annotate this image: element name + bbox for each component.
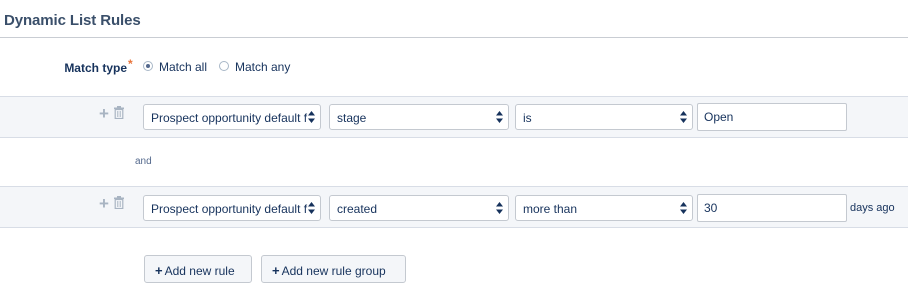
updown-arrows-icon bbox=[680, 111, 687, 123]
match-all-radio[interactable] bbox=[143, 61, 153, 71]
plus-icon[interactable]: + bbox=[99, 105, 109, 122]
updown-arrows-icon bbox=[308, 202, 315, 214]
match-type-label: Match type bbox=[64, 61, 127, 75]
section-title: Dynamic List Rules bbox=[4, 12, 141, 29]
attribute-select-value: stage bbox=[337, 111, 367, 125]
field-select[interactable]: Prospect opportunity default f bbox=[143, 104, 321, 130]
match-all-label[interactable]: Match all bbox=[159, 60, 207, 74]
add-rule-label: Add new rule bbox=[164, 264, 235, 278]
updown-arrows-icon bbox=[308, 111, 315, 123]
required-marker: * bbox=[128, 57, 133, 71]
field-select-value: Prospect opportunity default f bbox=[151, 202, 308, 216]
match-any-radio[interactable] bbox=[219, 61, 229, 71]
rule-connector: and bbox=[135, 156, 152, 167]
title-divider bbox=[0, 37, 908, 38]
match-any-label[interactable]: Match any bbox=[235, 60, 290, 74]
plus-icon: + bbox=[155, 263, 163, 278]
trash-icon[interactable] bbox=[114, 196, 124, 209]
updown-arrows-icon bbox=[680, 202, 687, 214]
updown-arrows-icon bbox=[496, 202, 503, 214]
field-select[interactable]: Prospect opportunity default f bbox=[143, 195, 321, 221]
operator-select-value: more than bbox=[523, 202, 578, 216]
updown-arrows-icon bbox=[496, 111, 503, 123]
operator-select[interactable]: more than bbox=[515, 195, 693, 221]
value-input[interactable]: 30 bbox=[697, 194, 847, 222]
attribute-select[interactable]: created bbox=[329, 195, 509, 221]
value-suffix: days ago bbox=[850, 202, 895, 214]
match-type-row: Match type * Match all Match any bbox=[0, 57, 908, 78]
add-rule-group-label: Add new rule group bbox=[281, 264, 386, 278]
add-rule-button[interactable]: + Add new rule bbox=[144, 255, 252, 283]
plus-icon[interactable]: + bbox=[99, 195, 109, 212]
add-rule-group-button[interactable]: + Add new rule group bbox=[261, 255, 406, 283]
trash-icon[interactable] bbox=[114, 106, 124, 119]
operator-select[interactable]: is bbox=[515, 104, 693, 130]
value-input[interactable]: Open bbox=[697, 103, 847, 131]
plus-icon: + bbox=[272, 263, 280, 278]
attribute-select[interactable]: stage bbox=[329, 104, 509, 130]
field-select-value: Prospect opportunity default f bbox=[151, 111, 308, 125]
operator-select-value: is bbox=[523, 111, 532, 125]
attribute-select-value: created bbox=[337, 202, 378, 216]
